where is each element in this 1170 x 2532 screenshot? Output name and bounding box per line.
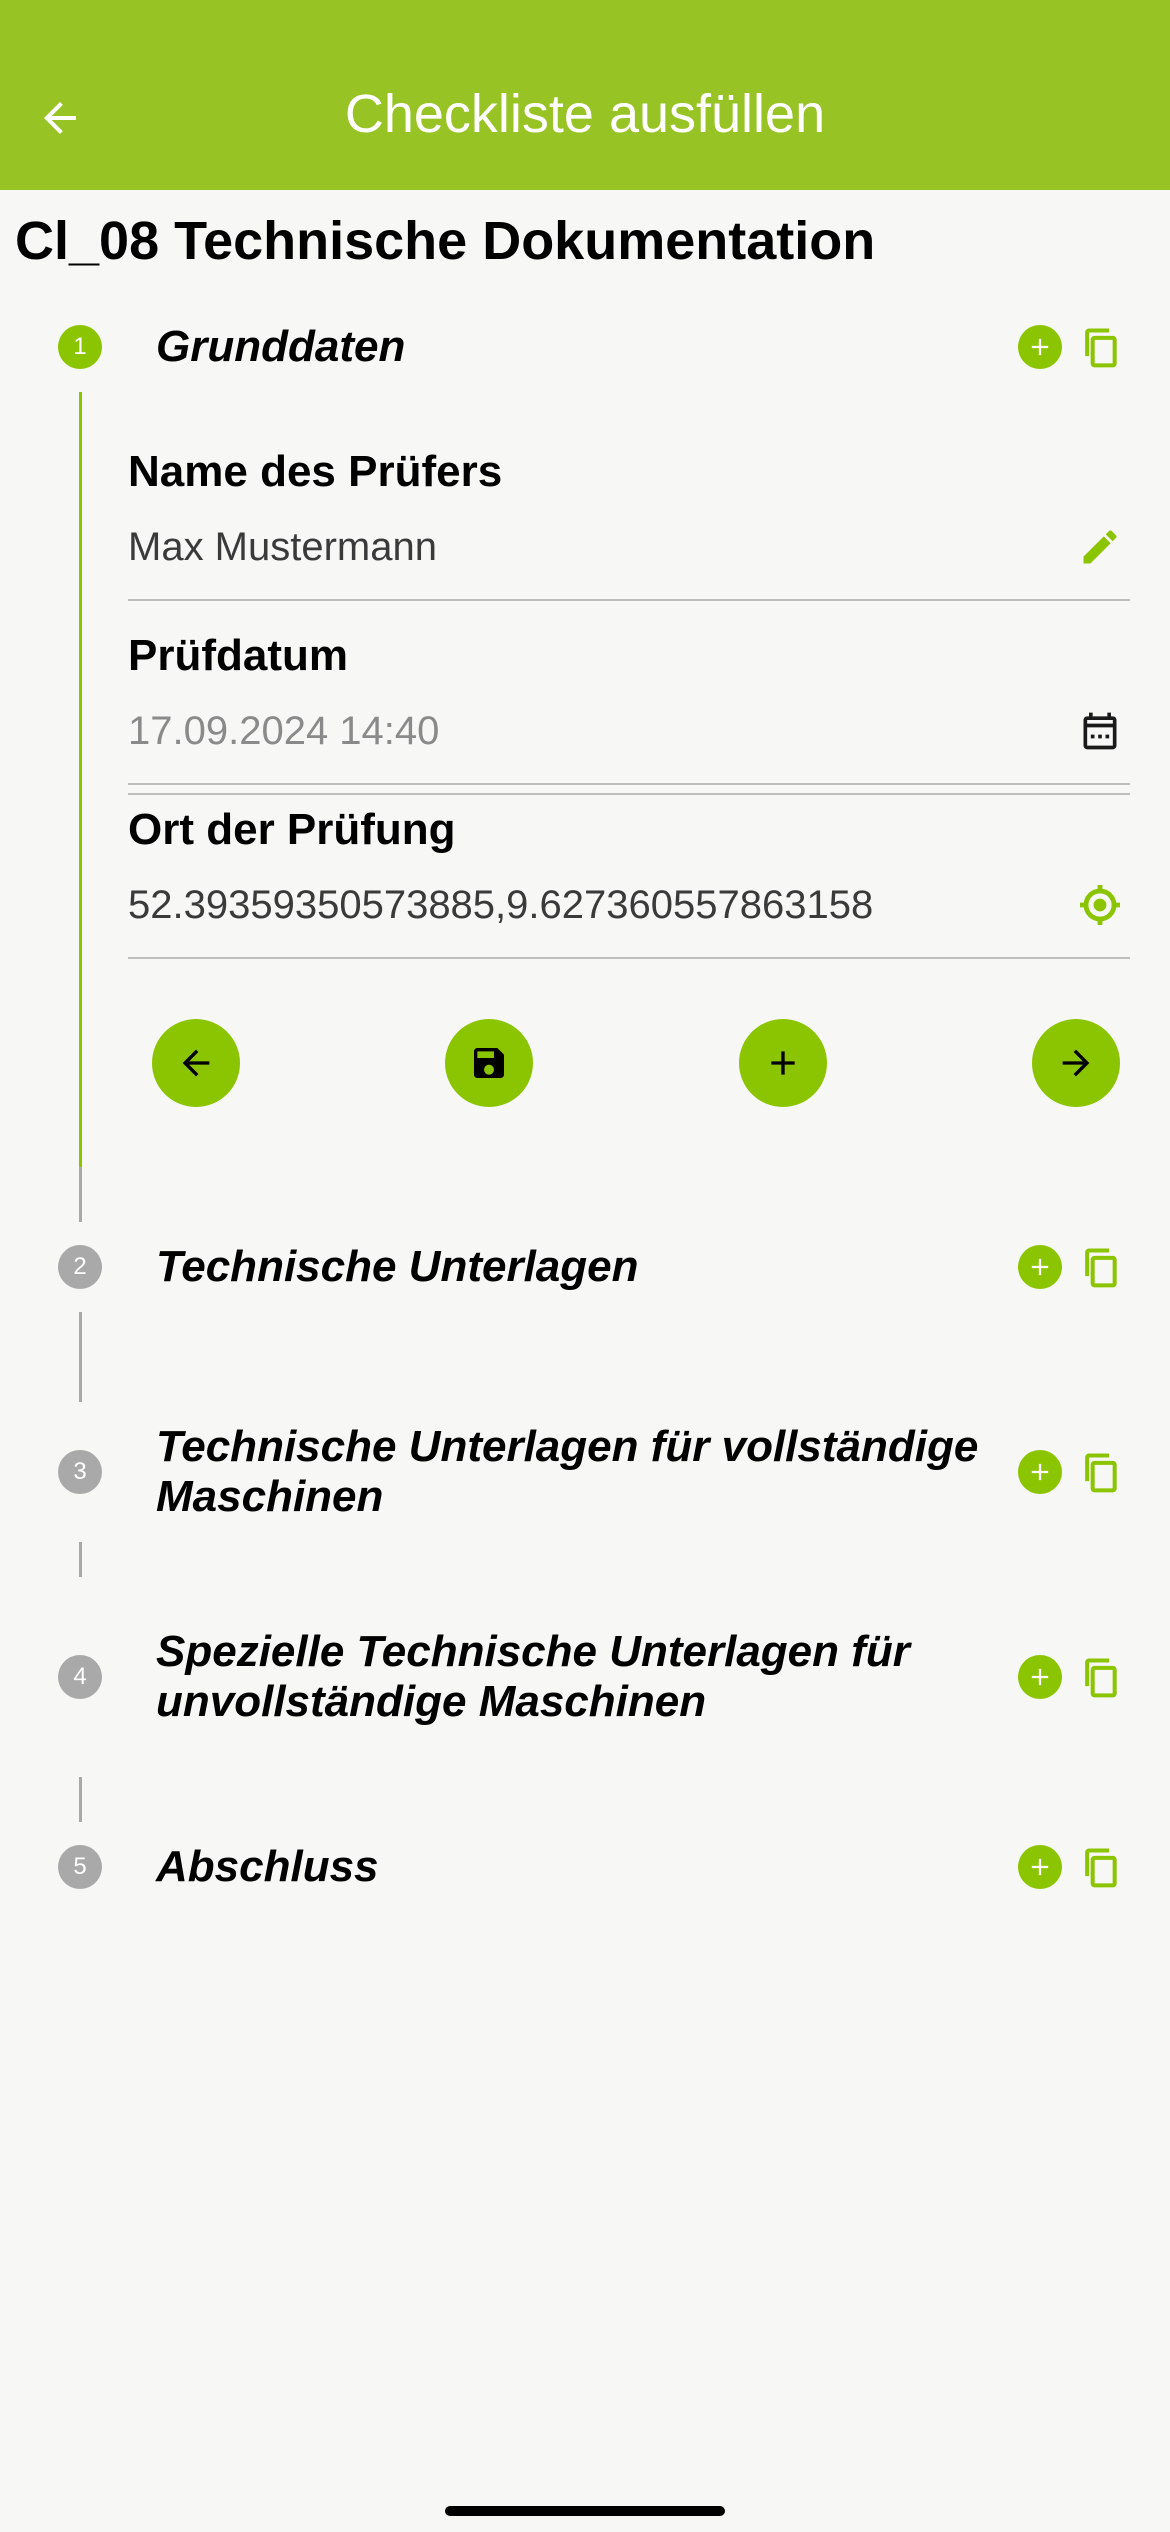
- save-button[interactable]: [445, 1019, 533, 1107]
- step-title-1: Grunddaten: [156, 322, 1000, 372]
- edit-inspector-button[interactable]: [1070, 517, 1130, 577]
- step-header-3[interactable]: 3 Technische Unterlagen für vollständige…: [58, 1402, 1130, 1542]
- home-indicator: [445, 2506, 725, 2516]
- step-title-4: Spezielle Technische Unterlagen für unvo…: [156, 1627, 1000, 1727]
- plus-icon: [763, 1043, 803, 1083]
- next-button[interactable]: [1032, 1019, 1120, 1107]
- copy-icon: [1078, 1845, 1122, 1889]
- calendar-icon: [1078, 709, 1122, 753]
- copy-button-step-4[interactable]: [1070, 1647, 1130, 1707]
- arrow-left-icon: [36, 94, 84, 142]
- add-button[interactable]: [739, 1019, 827, 1107]
- plus-circle-icon: [1018, 325, 1062, 369]
- copy-icon: [1078, 1245, 1122, 1289]
- date-label: Prüfdatum: [128, 631, 1130, 681]
- date-value: 17.09.2024 14:40: [128, 705, 1070, 757]
- step-title-2: Technische Unterlagen: [156, 1242, 1000, 1292]
- add-button-step-3[interactable]: [1010, 1442, 1070, 1502]
- add-button-step-2[interactable]: [1010, 1237, 1070, 1297]
- prev-button[interactable]: [152, 1019, 240, 1107]
- step-header-4[interactable]: 4 Spezielle Technische Unterlagen für un…: [58, 1577, 1130, 1777]
- save-icon: [469, 1043, 509, 1083]
- step-header-5[interactable]: 5 Abschluss: [58, 1822, 1130, 1912]
- locate-button[interactable]: [1070, 875, 1130, 935]
- step-badge-4: 4: [58, 1655, 102, 1699]
- plus-circle-icon: [1018, 1245, 1062, 1289]
- step-title-3: Technische Unterlagen für vollständige M…: [156, 1422, 1000, 1522]
- pencil-icon: [1078, 525, 1122, 569]
- inspector-label: Name des Prüfers: [128, 447, 1130, 497]
- add-button-step-5[interactable]: [1010, 1837, 1070, 1897]
- copy-button-step-3[interactable]: [1070, 1442, 1130, 1502]
- add-button-step-4[interactable]: [1010, 1647, 1070, 1707]
- steps-container: 1 Grunddaten Name des Prüfers Max Muster…: [0, 302, 1170, 1912]
- step-actions: [128, 989, 1130, 1167]
- page-title: Cl_08 Technische Dokumentation: [0, 190, 1170, 302]
- copy-icon: [1078, 1450, 1122, 1494]
- location-label: Ort der Prüfung: [128, 805, 1130, 855]
- copy-button-step-1[interactable]: [1070, 317, 1130, 377]
- field-location: Ort der Prüfung 52.39359350573885,9.6273…: [128, 805, 1130, 959]
- inspector-value: Max Mustermann: [128, 521, 1070, 573]
- plus-circle-icon: [1018, 1450, 1062, 1494]
- plus-circle-icon: [1018, 1655, 1062, 1699]
- field-date: Prüfdatum 17.09.2024 14:40: [128, 631, 1130, 795]
- crosshair-icon: [1076, 881, 1124, 929]
- step-badge-5: 5: [58, 1845, 102, 1889]
- step-header-1[interactable]: 1 Grunddaten: [58, 302, 1130, 392]
- copy-icon: [1078, 325, 1122, 369]
- copy-icon: [1078, 1655, 1122, 1699]
- copy-button-step-5[interactable]: [1070, 1837, 1130, 1897]
- header-title: Checkliste ausfüllen: [0, 83, 1170, 145]
- step-badge-2: 2: [58, 1245, 102, 1289]
- step-badge-3: 3: [58, 1450, 102, 1494]
- plus-circle-icon: [1018, 1845, 1062, 1889]
- arrow-right-icon: [1056, 1043, 1096, 1083]
- step-1-content: Name des Prüfers Max Mustermann Prüfdatu…: [58, 392, 1130, 1167]
- pick-date-button[interactable]: [1070, 701, 1130, 761]
- connector-1: [58, 392, 102, 1167]
- step-title-5: Abschluss: [156, 1842, 1000, 1892]
- arrow-left-icon: [176, 1043, 216, 1083]
- field-inspector: Name des Prüfers Max Mustermann: [128, 447, 1130, 601]
- app-header: Checkliste ausfüllen: [0, 0, 1170, 190]
- copy-button-step-2[interactable]: [1070, 1237, 1130, 1297]
- add-button-step-1[interactable]: [1010, 317, 1070, 377]
- back-button[interactable]: [30, 88, 90, 148]
- step-badge-1: 1: [58, 325, 102, 369]
- step-header-2[interactable]: 2 Technische Unterlagen: [58, 1222, 1130, 1312]
- location-value: 52.39359350573885,9.627360557863158: [128, 879, 1070, 931]
